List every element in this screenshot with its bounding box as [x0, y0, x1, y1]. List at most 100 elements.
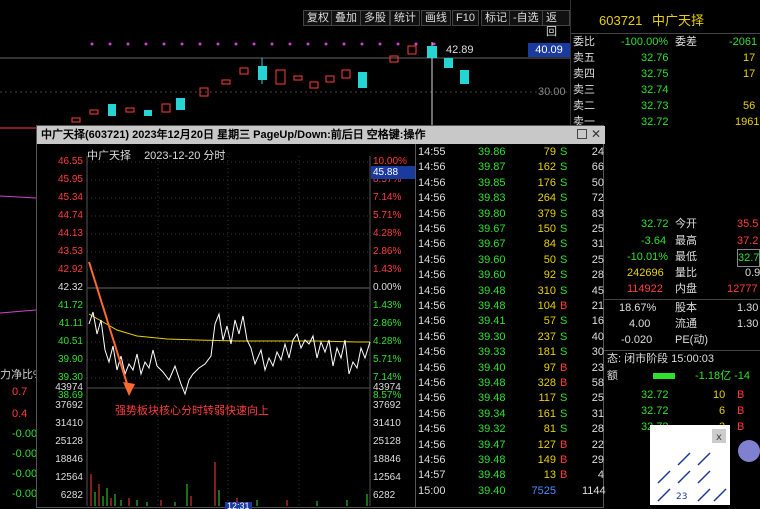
chat-bubble-icon[interactable] [738, 440, 760, 462]
tick-flag: S [560, 330, 568, 343]
tick-count: 58 [591, 377, 604, 389]
tick-volume: 13 [543, 469, 556, 482]
tick-flag: S [560, 176, 568, 189]
current-price-badge: 40.09 [528, 43, 570, 57]
net-amount-bar [653, 373, 675, 379]
tick-table-row: 14:56 39.67 150 S 25 [416, 222, 606, 237]
tick-count: 28 [591, 269, 604, 282]
top-toolbar: 复权 叠加 多股 统计 画线 F10 标记 -自选 返回 [0, 0, 570, 38]
tick-table-row: 15:00 39.40 7525 1144 [416, 484, 606, 499]
chart-annotation: 强势板块核心分时转弱快速向上 [115, 405, 269, 417]
ratio-label: 委比 [573, 36, 595, 48]
tick-volume: 7525 [531, 484, 556, 497]
tick-flag: S [560, 192, 568, 205]
tick-table-row: 14:57 39.48 13 B 4 [416, 468, 606, 483]
tick-count: 25 [591, 253, 604, 266]
ask-row: 卖四 32.75 17 [573, 68, 756, 80]
tick-count: 72 [591, 192, 604, 205]
tick-time: 14:56 [418, 269, 446, 282]
tick-time: 14:56 [418, 438, 446, 451]
tick-table-row: 14:56 39.80 379 S 83 [416, 207, 606, 222]
tick-time: 14:56 [418, 300, 446, 312]
tick-table-row: 14:56 39.41 57 S 16 [416, 314, 606, 329]
stats-button[interactable]: 统计 [390, 10, 420, 26]
ask-row: 卖二 32.73 56 [573, 100, 756, 112]
tick-price: 39.60 [478, 253, 506, 266]
svg-text:x: x [716, 432, 722, 443]
tick-table-row: 14:56 39.40 97 B 23 [416, 361, 606, 376]
restore-icon[interactable] [577, 129, 587, 139]
diff-value: -2061 [729, 36, 758, 48]
tick-table-row: 14:56 39.87 162 S 66 [416, 160, 606, 175]
tick-count: 16 [591, 315, 604, 328]
tick-price: 39.30 [478, 330, 506, 343]
tick-count: 28 [591, 423, 604, 436]
tick-flag: S [560, 223, 568, 235]
tick-count: 1144 [582, 484, 606, 497]
tick-time: 15:00 [418, 484, 446, 497]
ask-row: 卖五 32.76 17 [573, 52, 756, 64]
tick-table-row: 14:56 39.34 161 S 31 [416, 407, 606, 422]
tick-time: 14:56 [418, 423, 446, 436]
tick-volume: 84 [543, 238, 556, 251]
tick-volume: 79 [543, 146, 556, 158]
tick-volume: 150 [537, 223, 556, 235]
tick-count: 50 [591, 176, 604, 189]
popup-title[interactable]: 中广天择(603721) 2023年12月20日 星期三 PageUp/Down… [37, 126, 605, 144]
tick-price: 39.87 [478, 161, 506, 174]
tick-time: 14:56 [418, 407, 446, 420]
intraday-chart [86, 156, 371, 506]
tick-price: 39.48 [478, 454, 506, 466]
tick-count: 40 [591, 330, 604, 343]
tick-table-row: 14:56 39.67 84 S 31 [416, 237, 606, 252]
axis-label: 30.00 [538, 86, 566, 98]
tick-volume: 161 [537, 407, 556, 420]
close-icon[interactable]: ✕ [591, 127, 603, 141]
tick-time: 14:55 [418, 146, 446, 158]
tick-count: 4 [597, 469, 604, 482]
draw-line-button[interactable]: 画线 [421, 10, 451, 26]
price-badge: 45.88 [371, 166, 415, 179]
tick-price: 39.34 [478, 407, 506, 420]
svg-text:23: 23 [676, 492, 687, 502]
multi-stock-button[interactable]: 多股 [360, 10, 390, 26]
left-value: -0.00 [12, 468, 38, 480]
tick-price: 39.67 [478, 223, 506, 235]
tick-volume: 97 [543, 361, 556, 374]
tick-table-row: 14:56 39.48 149 B 29 [416, 453, 606, 468]
tick-count: 66 [591, 161, 604, 174]
tick-table-row: 14:56 39.48 328 B 58 [416, 376, 606, 391]
overlay-button[interactable]: 叠加 [331, 10, 361, 26]
tick-time: 14:56 [418, 377, 446, 389]
tick-time: 14:56 [418, 161, 446, 174]
tick-price: 39.83 [478, 192, 506, 205]
tick-flag: S [560, 269, 568, 282]
tick-price: 39.67 [478, 238, 506, 251]
tick-count: 30 [591, 346, 604, 359]
tick-table-row: 14:56 39.83 264 S 72 [416, 191, 606, 206]
tick-flag: S [560, 346, 568, 359]
high-price-label: 42.89 [446, 44, 474, 56]
left-value: -0.00 [12, 448, 38, 460]
mark-button[interactable]: 标记 [481, 10, 511, 26]
left-value: 0.4 [12, 408, 28, 420]
tick-flag: B [560, 454, 568, 466]
tick-volume: 149 [537, 454, 556, 466]
intraday-popup[interactable]: 中广天择(603721) 2023年12月20日 星期三 PageUp/Down… [36, 125, 606, 509]
tick-volume: 92 [543, 269, 556, 282]
tick-volume: 328 [537, 377, 556, 389]
tick-price: 39.48 [478, 392, 506, 405]
f10-button[interactable]: F10 [452, 10, 479, 26]
tick-count: 31 [591, 407, 604, 420]
tick-count: 21 [591, 300, 604, 312]
drawing-tools-palette[interactable]: x 23 [650, 425, 730, 505]
tick-time: 14:56 [418, 284, 446, 297]
fuquan-button[interactable]: 复权 [303, 10, 333, 26]
ask-row: 卖三 32.74 [573, 84, 669, 96]
tick-count: 25 [591, 223, 604, 235]
tick-time: 14:56 [418, 330, 446, 343]
watchlist-button[interactable]: -自选 [509, 10, 543, 26]
ratio-value: -100.00% [621, 36, 669, 48]
back-button[interactable]: 返回 [542, 10, 570, 38]
tick-flag: B [560, 438, 568, 451]
